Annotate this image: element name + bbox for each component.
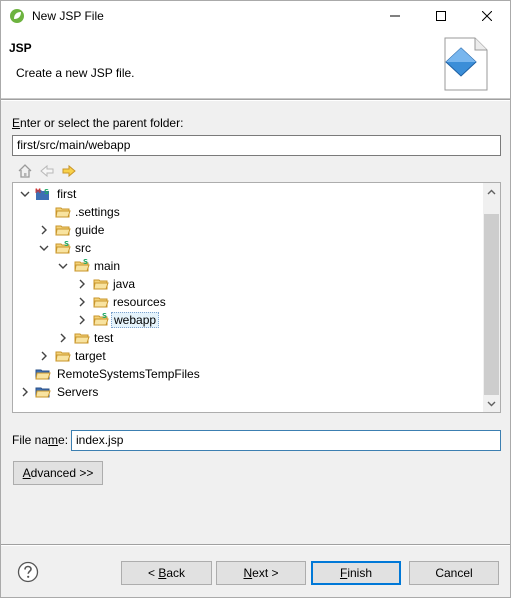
- tree-item-label: Servers: [57, 385, 99, 399]
- source-folder-icon: S: [93, 312, 109, 328]
- file-name-label-text: File na: [12, 433, 49, 447]
- wizard-description: Create a new JSP file.: [16, 66, 135, 80]
- finish-button-mnemonic: F: [339, 566, 348, 580]
- back-button[interactable]: < Back: [121, 561, 212, 585]
- chevron-right-icon[interactable]: [76, 314, 88, 326]
- next-button-mnemonic: N: [243, 566, 253, 580]
- back-button-label: ack: [166, 566, 186, 580]
- new-jsp-file-dialog: New JSP File JSP Create a new JSP file. …: [0, 0, 511, 598]
- source-folder-icon: S: [74, 258, 90, 274]
- window-title: New JSP File: [32, 9, 104, 23]
- chevron-right-icon[interactable]: [76, 296, 88, 308]
- chevron-right-icon[interactable]: [19, 386, 31, 398]
- file-name-value: index.jsp: [76, 433, 124, 447]
- back-button-arrow: <: [147, 566, 159, 580]
- svg-text:M: M: [35, 188, 41, 195]
- forward-arrow-icon[interactable]: [61, 163, 79, 181]
- project-folder-icon: [35, 366, 51, 382]
- chevron-right-icon[interactable]: [57, 332, 69, 344]
- finish-button-label: inish: [347, 566, 373, 580]
- chevron-down-icon[interactable]: [57, 260, 69, 272]
- tree-item-label: main: [94, 259, 121, 273]
- parent-folder-label-text: nter or select the parent folder:: [20, 116, 184, 130]
- source-folder-icon: S: [55, 240, 71, 256]
- folder-tree[interactable]: MS first .settings guide S src S main ja…: [12, 182, 501, 413]
- parent-folder-label: Enter or select the parent folder:: [12, 116, 183, 130]
- svg-text:S: S: [83, 258, 88, 266]
- advanced-button-label: dvanced >>: [30, 466, 94, 480]
- scroll-down-arrow[interactable]: [483, 395, 500, 412]
- help-icon[interactable]: [17, 561, 39, 583]
- tree-item-label: first: [57, 187, 77, 201]
- tree-item-label: target: [75, 349, 106, 363]
- project-folder-icon: [35, 384, 51, 400]
- scroll-up-arrow[interactable]: [483, 183, 500, 200]
- chevron-up-icon: [487, 189, 496, 194]
- folder-icon: [55, 222, 71, 238]
- tree-item-label: test: [94, 331, 114, 345]
- svg-text:S: S: [64, 240, 69, 248]
- tree-item-label: webapp: [111, 312, 160, 328]
- finish-button[interactable]: Finish: [311, 561, 401, 585]
- tree-item-label: src: [75, 241, 91, 255]
- maximize-button[interactable]: [418, 1, 464, 31]
- next-button[interactable]: Next >: [216, 561, 306, 585]
- folder-icon: [55, 348, 71, 364]
- chevron-down-icon[interactable]: [19, 188, 31, 200]
- home-icon[interactable]: [17, 163, 35, 181]
- svg-text:S: S: [44, 188, 49, 196]
- jsp-file-wizard-icon: [441, 36, 491, 92]
- tree-item-label: RemoteSystemsTempFiles: [57, 367, 200, 381]
- back-button-mnemonic: B: [158, 566, 167, 580]
- cancel-button[interactable]: Cancel: [409, 561, 499, 585]
- chevron-right-icon[interactable]: [38, 224, 50, 236]
- parent-folder-value: first/src/main/webapp: [17, 138, 131, 152]
- folder-icon: [74, 330, 90, 346]
- chevron-down-icon[interactable]: [38, 242, 50, 254]
- tree-item-label: guide: [75, 223, 105, 237]
- title-bar: New JSP File: [1, 1, 510, 31]
- cancel-button-label: Cancel: [435, 566, 473, 580]
- chevron-down-icon: [487, 401, 496, 406]
- tree-item-label: java: [113, 277, 136, 291]
- close-button[interactable]: [464, 1, 510, 31]
- scroll-thumb[interactable]: [484, 214, 499, 395]
- tree-vertical-scrollbar[interactable]: [483, 183, 500, 412]
- minimize-button[interactable]: [372, 1, 418, 31]
- folder-icon: [93, 276, 109, 292]
- banner-separator: [1, 99, 510, 101]
- maven-project-icon: MS: [35, 186, 51, 202]
- file-name-label: File name:: [12, 433, 68, 447]
- svg-text:S: S: [102, 312, 107, 320]
- tree-item-label: .settings: [75, 205, 120, 219]
- chevron-right-icon[interactable]: [38, 350, 50, 362]
- file-name-label-mnemonic: m: [48, 433, 59, 447]
- minimize-icon: [390, 15, 400, 17]
- maximize-icon: [436, 11, 446, 21]
- back-arrow-icon[interactable]: [39, 163, 57, 181]
- parent-folder-input[interactable]: first/src/main/webapp: [12, 135, 501, 156]
- wizard-banner: JSP Create a new JSP file.: [1, 31, 510, 99]
- footer-separator: [1, 544, 510, 546]
- file-name-label-rest: e:: [58, 433, 69, 447]
- advanced-button-mnemonic: A: [22, 466, 31, 480]
- tree-item-label: resources: [113, 295, 166, 309]
- wizard-title: JSP: [9, 41, 32, 55]
- folder-icon: [93, 294, 109, 310]
- close-icon: [482, 11, 492, 21]
- spring-leaf-icon: [9, 8, 25, 24]
- parent-folder-label-mnemonic: E: [12, 116, 21, 130]
- next-button-label: ext >: [252, 566, 279, 580]
- folder-icon: [55, 204, 71, 220]
- chevron-right-icon[interactable]: [76, 278, 88, 290]
- advanced-button[interactable]: Advanced >>: [13, 461, 103, 485]
- file-name-input[interactable]: index.jsp: [71, 430, 501, 451]
